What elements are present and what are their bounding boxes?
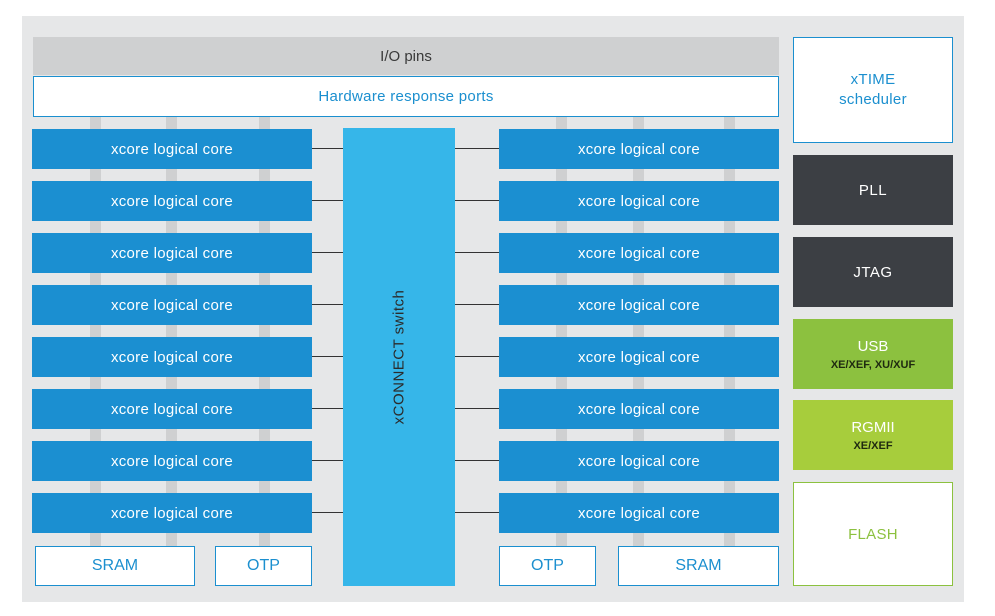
core-switch-link	[455, 304, 499, 305]
right-core: xcore logical core	[499, 441, 779, 481]
xtime-scheduler: xTIME scheduler	[793, 37, 953, 143]
core-switch-link	[455, 252, 499, 253]
core-label: xcore logical core	[577, 244, 701, 262]
core-switch-link	[455, 512, 499, 513]
sram-label: SRAM	[675, 557, 722, 574]
xconnect-switch: xCONNECT switch	[343, 128, 455, 586]
otp-label: OTP	[531, 557, 564, 574]
core-label: xcore logical core	[577, 140, 701, 158]
core-switch-link	[455, 408, 499, 409]
rgmii-variants-label: XE/XEF	[853, 439, 893, 452]
flash-label: FLASH	[848, 525, 898, 543]
core-switch-link	[312, 200, 343, 201]
core-switch-link	[455, 356, 499, 357]
left-core: xcore logical core	[32, 285, 312, 325]
jtag-label: JTAG	[853, 263, 893, 281]
right-otp: OTP	[499, 546, 596, 586]
left-core: xcore logical core	[32, 129, 312, 169]
core-label: xcore logical core	[577, 400, 701, 418]
io-pins-label: I/O pins	[380, 47, 432, 65]
right-core: xcore logical core	[499, 181, 779, 221]
left-core: xcore logical core	[32, 233, 312, 273]
hardware-response-ports-label: Hardware response ports	[318, 88, 494, 105]
core-switch-link	[312, 148, 343, 149]
right-core: xcore logical core	[499, 493, 779, 533]
pll-label: PLL	[858, 181, 888, 199]
usb-variants-label: XE/XEF, XU/XUF	[830, 358, 916, 371]
core-label: xcore logical core	[110, 244, 234, 262]
scheduler-label: scheduler	[839, 91, 907, 108]
right-core: xcore logical core	[499, 285, 779, 325]
left-sram: SRAM	[35, 546, 195, 586]
left-otp: OTP	[215, 546, 312, 586]
core-switch-link	[312, 252, 343, 253]
right-sram: SRAM	[618, 546, 779, 586]
right-core: xcore logical core	[499, 337, 779, 377]
core-label: xcore logical core	[577, 296, 701, 314]
core-label: xcore logical core	[110, 452, 234, 470]
core-switch-link	[312, 408, 343, 409]
core-label: xcore logical core	[110, 192, 234, 210]
left-core: xcore logical core	[32, 441, 312, 481]
core-label: xcore logical core	[577, 504, 701, 522]
io-pins-bar: I/O pins	[33, 37, 779, 75]
jtag-block: JTAG	[793, 237, 953, 307]
core-label: xcore logical core	[577, 192, 701, 210]
core-label: xcore logical core	[110, 140, 234, 158]
core-label: xcore logical core	[110, 504, 234, 522]
flash-block: FLASH	[793, 482, 953, 586]
core-label: xcore logical core	[577, 452, 701, 470]
core-switch-link	[312, 460, 343, 461]
xconnect-switch-label: xCONNECT switch	[390, 289, 408, 425]
left-core: xcore logical core	[32, 337, 312, 377]
core-switch-link	[455, 460, 499, 461]
hardware-response-ports: Hardware response ports	[33, 76, 779, 117]
right-core: xcore logical core	[499, 233, 779, 273]
rgmii-block: RGMII XE/XEF	[793, 400, 953, 470]
usb-label: USB	[857, 337, 889, 355]
otp-label: OTP	[247, 557, 280, 574]
rgmii-label: RGMII	[851, 418, 895, 436]
left-core: xcore logical core	[32, 389, 312, 429]
core-switch-link	[455, 200, 499, 201]
left-core: xcore logical core	[32, 181, 312, 221]
core-switch-link	[455, 148, 499, 149]
core-switch-link	[312, 304, 343, 305]
right-core: xcore logical core	[499, 389, 779, 429]
core-label: xcore logical core	[110, 296, 234, 314]
core-switch-link	[312, 512, 343, 513]
core-label: xcore logical core	[110, 400, 234, 418]
sram-label: SRAM	[91, 557, 139, 574]
xtime-label: xTIME	[850, 71, 896, 88]
pll-block: PLL	[793, 155, 953, 225]
core-label: xcore logical core	[110, 348, 234, 366]
core-switch-link	[312, 356, 343, 357]
right-core: xcore logical core	[499, 129, 779, 169]
core-label: xcore logical core	[577, 348, 701, 366]
usb-block: USB XE/XEF, XU/XUF	[793, 319, 953, 389]
left-core: xcore logical core	[32, 493, 312, 533]
